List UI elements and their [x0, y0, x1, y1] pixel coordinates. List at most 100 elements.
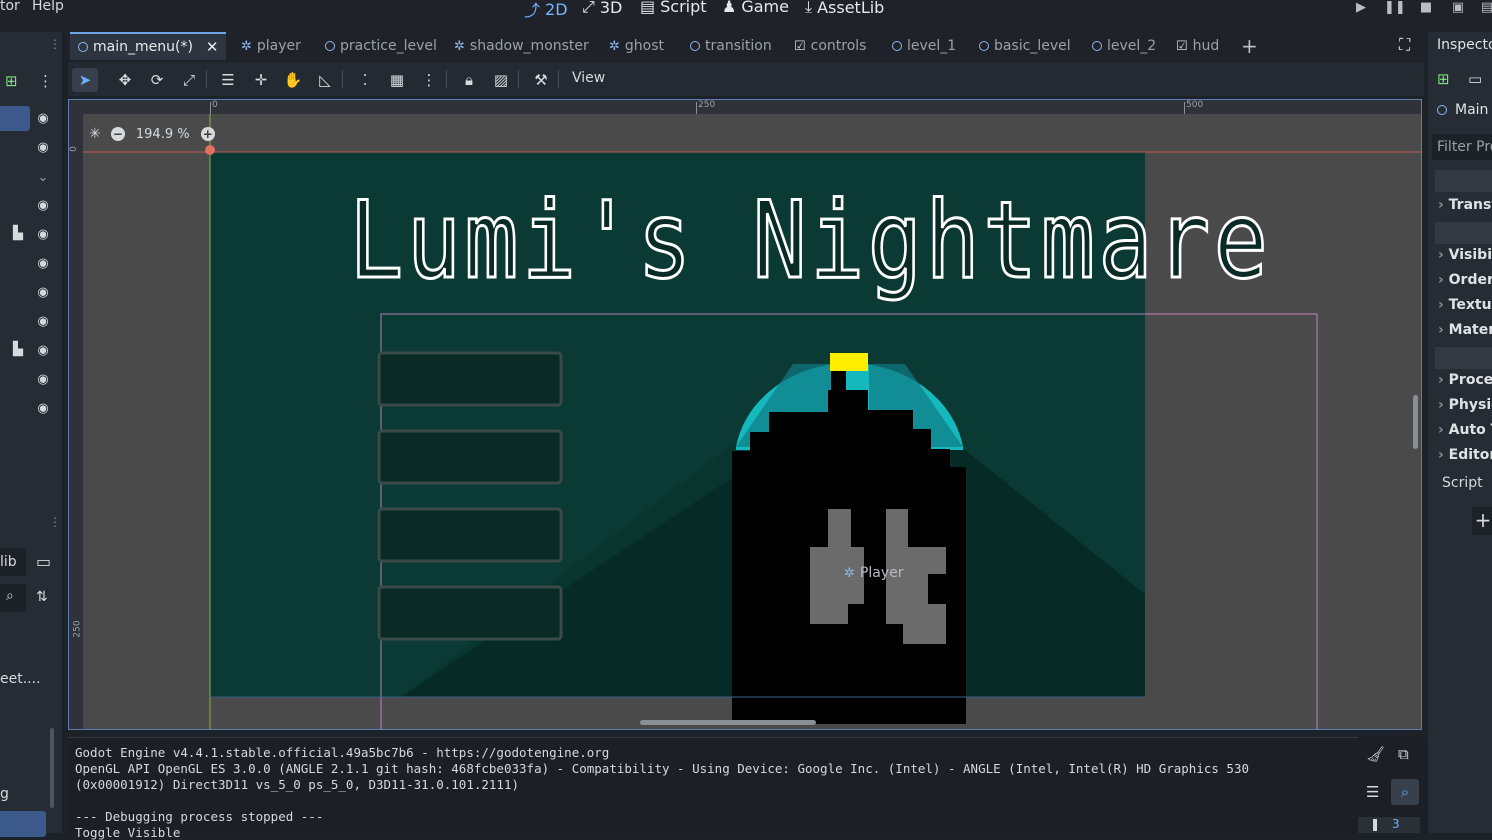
tab-main-menu[interactable]: main_menu(*) ✕ [70, 32, 227, 60]
section-physics[interactable]: › Physic [1438, 397, 1492, 419]
visibility-eye-icon[interactable]: ◉ [34, 226, 52, 244]
tab-shadow-monster[interactable]: ✲ shadow_monster [454, 32, 589, 60]
inspected-node[interactable]: Main [1437, 102, 1488, 118]
filter-lines-icon[interactable]: ☰ [1366, 783, 1379, 801]
view-menu-button[interactable]: View [572, 70, 605, 86]
pause-icon[interactable]: ❚❚ [1384, 0, 1406, 16]
grid-snap-icon[interactable]: ▦ [384, 68, 410, 92]
select-mode-icon[interactable]: ➤ [72, 68, 98, 92]
filter-properties-input[interactable]: Filter Pro [1432, 134, 1492, 160]
visibility-eye-icon[interactable]: ◉ [34, 139, 52, 157]
menu-help[interactable]: Help [32, 0, 64, 14]
script-attached-icon[interactable]: ▙ [13, 342, 23, 357]
bone-icon[interactable]: ⚒ [528, 68, 554, 92]
distraction-free-icon[interactable]: ⛶ [1399, 35, 1410, 55]
stop-icon[interactable]: ■ [1417, 0, 1435, 16]
group-icon[interactable]: ▨ [488, 68, 514, 92]
split-view-icon[interactable]: ▭ [36, 552, 51, 571]
remote-debug-icon[interactable]: ▣ [1449, 0, 1467, 16]
file-item-label[interactable]: eet.... [0, 671, 41, 687]
center-view-icon[interactable]: ✳ [89, 126, 101, 142]
script-attached-icon[interactable]: ▙ [13, 226, 23, 241]
inspector-title[interactable]: Inspecto [1437, 37, 1492, 53]
dock-handle-icon[interactable]: ⋮ [49, 37, 61, 51]
list-select-icon[interactable]: ☰ [215, 68, 241, 92]
play-icon[interactable]: ▶ [1352, 0, 1370, 16]
run-scene-icon[interactable]: ▤ [1478, 0, 1492, 16]
collapse-chevron-icon[interactable]: ⌄ [34, 169, 52, 187]
pivot-mode-icon[interactable]: ✛ [248, 68, 274, 92]
add-child-node-icon[interactable]: ⊞ [5, 72, 18, 90]
smart-snap-icon[interactable]: ⁚ [352, 68, 378, 92]
message-count-badge[interactable]: ❚ 3 [1358, 817, 1420, 833]
pan-mode-icon[interactable]: ✋ [280, 68, 306, 92]
tab-transition[interactable]: transition [690, 32, 772, 60]
zoom-in-icon[interactable]: + [200, 127, 215, 141]
vertical-scrollbar[interactable] [1413, 395, 1418, 449]
section-editor-description[interactable]: › Editor [1438, 447, 1492, 469]
clear-output-icon[interactable]: 🧹︎ [1366, 745, 1385, 763]
player-node-label[interactable]: ✲ Player [844, 565, 903, 581]
zoom-out-icon[interactable]: − [110, 127, 125, 141]
menu-button-frame [377, 429, 563, 485]
tab-level-2[interactable]: level_2 [1092, 32, 1156, 60]
tab-controls[interactable]: ☑ controls [794, 32, 866, 60]
new-resource-icon[interactable]: ⊞ [1437, 70, 1450, 88]
snap-options-icon[interactable]: ⋮ [416, 68, 442, 92]
workspace-script-button[interactable]: ▤ Script [640, 0, 707, 16]
menu-button-frame [377, 507, 563, 563]
dock-handle-icon[interactable]: ⋮ [49, 515, 61, 529]
rotate-mode-icon[interactable]: ⟳ [144, 68, 170, 92]
tab-player[interactable]: ✲ player [241, 32, 301, 60]
visibility-eye-icon[interactable]: ◉ [34, 342, 52, 360]
horizontal-scrollbar[interactable] [640, 720, 816, 725]
lamp-bulb [830, 353, 868, 371]
section-transform[interactable]: › Transf [1438, 197, 1492, 219]
tab-hud[interactable]: ☑ hud [1176, 32, 1219, 60]
selected-node-row[interactable] [0, 106, 30, 131]
lock-icon[interactable]: 🔒︎ [456, 68, 482, 92]
section-process[interactable]: › Proces [1438, 372, 1492, 394]
scene-menu-icon[interactable]: ⋮ [38, 72, 53, 90]
tab-level-1[interactable]: level_1 [892, 32, 956, 60]
output-panel: Godot Engine v4.4.1.stable.official.49a5… [68, 737, 1358, 840]
scale-mode-icon[interactable]: ⤢ [176, 68, 202, 92]
tab-basic-level[interactable]: basic_level [979, 32, 1071, 60]
canvas-viewport[interactable]: 0 250 500 0 250 Lumi's Nightmare ✲ Playe… [68, 99, 1422, 730]
workspace-assetlib-button[interactable]: ⤓ AssetLib [805, 0, 884, 17]
visibility-eye-icon[interactable]: ◉ [34, 313, 52, 331]
workspace-game-button[interactable]: ♟ Game [722, 0, 789, 16]
selected-file-row[interactable] [0, 811, 46, 837]
section-auto-translate[interactable]: › Auto T [1438, 422, 1492, 444]
open-folder-icon[interactable]: ▭ [1468, 70, 1482, 88]
search-icon[interactable]: ⌕ [1391, 779, 1419, 805]
section-texture[interactable]: › Textur [1438, 297, 1492, 319]
path-field[interactable]: lib [0, 548, 26, 576]
node-circle-icon [78, 42, 88, 52]
add-script-button[interactable]: + [1472, 507, 1492, 535]
node-circle-icon [979, 41, 989, 51]
menu-editor[interactable]: tor [0, 0, 20, 14]
filter-files-input[interactable]: ⌕ [0, 584, 26, 612]
visibility-eye-icon[interactable]: ◉ [34, 197, 52, 215]
tab-ghost[interactable]: ✲ ghost [609, 32, 664, 60]
visibility-eye-icon[interactable]: ◉ [34, 400, 52, 418]
add-tab-icon[interactable]: + [1241, 34, 1258, 58]
section-material[interactable]: › Mater [1438, 322, 1492, 344]
copy-icon[interactable]: ⧉ [1398, 745, 1409, 763]
section-visibility[interactable]: › Visibil [1438, 247, 1492, 269]
visibility-eye-icon[interactable]: ◉ [34, 284, 52, 302]
ruler-mode-icon[interactable]: ◺ [312, 68, 338, 92]
visibility-eye-icon[interactable]: ◉ [34, 110, 52, 128]
visibility-eye-icon[interactable]: ◉ [34, 371, 52, 389]
move-mode-icon[interactable]: ✥ [112, 68, 138, 92]
sort-icon[interactable]: ⇅ [36, 589, 48, 605]
workspace-3d-button[interactable]: ⤢ 3D [582, 0, 622, 17]
workspace-2d-button[interactable]: ⤴ 2D [524, 0, 568, 21]
filesystem-scrollbar[interactable] [50, 728, 54, 808]
section-ordering[interactable]: › Order [1438, 272, 1492, 294]
tab-practice-level[interactable]: practice_level [325, 32, 437, 60]
close-tab-icon[interactable]: ✕ [206, 38, 219, 56]
visibility-eye-icon[interactable]: ◉ [34, 255, 52, 273]
zoom-level-label[interactable]: 194.9 % [135, 127, 191, 142]
